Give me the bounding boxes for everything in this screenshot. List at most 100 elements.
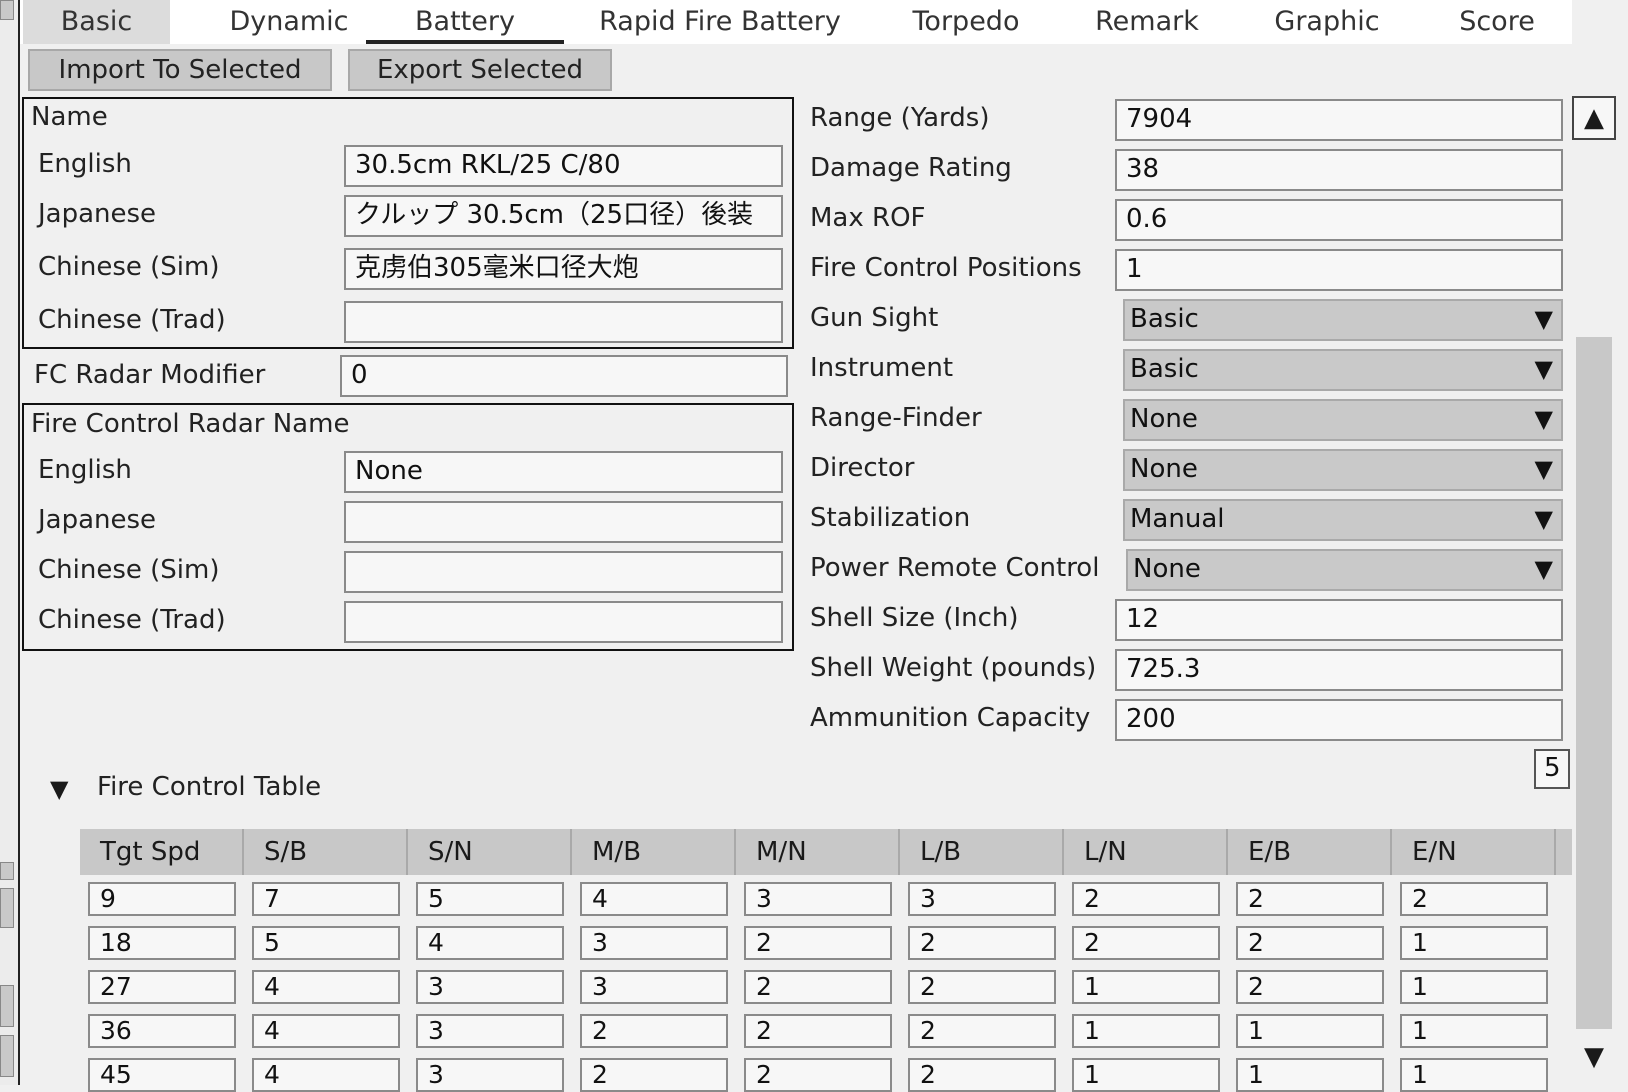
table-cell-field[interactable]: 1 <box>1072 1058 1220 1092</box>
table-cell-field[interactable]: 36 <box>88 1014 236 1048</box>
left-edge-button[interactable] <box>0 985 14 1027</box>
table-count-field[interactable]: 5 <box>1534 749 1570 789</box>
range-yards-label: Range (Yards) <box>810 103 990 133</box>
table-cell-field[interactable]: 1 <box>1400 926 1548 960</box>
radar-chinese-trad-field[interactable] <box>344 601 783 643</box>
table-cell-field[interactable]: 2 <box>1236 926 1384 960</box>
left-scroll-up-icon[interactable] <box>0 0 14 20</box>
shell-weight-field[interactable]: 725.3 <box>1115 649 1563 691</box>
table-cell-field[interactable]: 45 <box>88 1058 236 1092</box>
max-rof-field[interactable]: 0.6 <box>1115 199 1563 241</box>
table-cell-field[interactable]: 4 <box>252 1058 400 1092</box>
name-chinese-sim-field[interactable]: 克虏伯305毫米口径大炮 <box>344 248 783 290</box>
range-yards-field[interactable]: 7904 <box>1115 99 1563 141</box>
name-japanese-field[interactable]: クルップ 30.5cm（25口径）後装 <box>344 195 783 237</box>
table-cell-field[interactable]: 3 <box>416 1058 564 1092</box>
table-cell-field[interactable]: 7 <box>252 882 400 916</box>
name-chinese-trad-field[interactable] <box>344 301 783 343</box>
stabilization-select[interactable]: Manual ▼ <box>1123 499 1563 541</box>
table-cell-field[interactable]: 2 <box>1400 882 1548 916</box>
fc-radar-modifier-field[interactable]: 0 <box>340 355 788 397</box>
table-cell-field[interactable]: 4 <box>580 882 728 916</box>
name-group-title: Name <box>31 102 108 132</box>
left-scroll-thumb[interactable] <box>0 862 14 880</box>
table-cell-field[interactable]: 2 <box>1072 926 1220 960</box>
table-cell-field[interactable]: 1 <box>1236 1058 1384 1092</box>
table-cell-field[interactable]: 3 <box>744 882 892 916</box>
table-cell-field[interactable]: 3 <box>908 882 1056 916</box>
column-header-tgt-spd: Tgt Spd <box>80 829 244 875</box>
left-edge-button[interactable] <box>0 1035 14 1077</box>
table-cell-field[interactable]: 27 <box>88 970 236 1004</box>
name-english-label: English <box>38 149 132 179</box>
table-cell-field[interactable]: 2 <box>908 1014 1056 1048</box>
shell-size-field[interactable]: 12 <box>1115 599 1563 641</box>
scroll-track[interactable] <box>1576 144 1612 332</box>
table-cell-field[interactable]: 1 <box>1400 970 1548 1004</box>
stabilization-label: Stabilization <box>810 503 971 533</box>
scroll-down-icon[interactable]: ▼ <box>1572 1035 1616 1079</box>
left-scroll-down-icon[interactable] <box>0 888 14 928</box>
table-cell-field[interactable]: 1 <box>1400 1058 1548 1092</box>
power-remote-control-select[interactable]: None ▼ <box>1126 549 1563 591</box>
import-to-selected-button[interactable]: Import To Selected <box>28 49 332 91</box>
table-cell-field[interactable]: 5 <box>252 926 400 960</box>
tab-remark[interactable]: Remark <box>1072 0 1222 44</box>
ammunition-capacity-field[interactable]: 200 <box>1115 699 1563 741</box>
table-cell-field[interactable]: 2 <box>744 1014 892 1048</box>
table-cell-field[interactable]: 3 <box>580 970 728 1004</box>
range-finder-label: Range-Finder <box>810 403 982 433</box>
table-cell-field[interactable]: 3 <box>580 926 728 960</box>
table-cell-field[interactable]: 5 <box>416 882 564 916</box>
table-cell-field[interactable]: 2 <box>1236 882 1384 916</box>
fire-control-positions-field[interactable]: 1 <box>1115 249 1563 291</box>
tab-rapid-fire-battery[interactable]: Rapid Fire Battery <box>580 0 860 44</box>
radar-japanese-field[interactable] <box>344 501 783 543</box>
name-english-field[interactable]: 30.5cm RKL/25 C/80 <box>344 145 783 187</box>
table-cell-field[interactable]: 1 <box>1236 1014 1384 1048</box>
export-selected-button[interactable]: Export Selected <box>348 49 612 91</box>
table-cell-field[interactable]: 1 <box>1400 1014 1548 1048</box>
table-cell-field[interactable]: 3 <box>416 970 564 1004</box>
instrument-select[interactable]: Basic ▼ <box>1123 349 1563 391</box>
ammunition-capacity-label: Ammunition Capacity <box>810 703 1091 733</box>
collapse-icon[interactable]: ▼ <box>50 771 80 807</box>
damage-rating-field[interactable]: 38 <box>1115 149 1563 191</box>
table-cell-field[interactable]: 2 <box>744 1058 892 1092</box>
table-cell-field[interactable]: 18 <box>88 926 236 960</box>
table-cell-field[interactable]: 2 <box>908 926 1056 960</box>
tab-battery[interactable]: Battery <box>366 0 564 44</box>
table-cell-field[interactable]: 3 <box>416 1014 564 1048</box>
tab-torpedo[interactable]: Torpedo <box>882 0 1050 44</box>
table-cell-field[interactable]: 4 <box>252 970 400 1004</box>
tab-score[interactable]: Score <box>1422 0 1572 44</box>
table-cell-field[interactable]: 2 <box>1236 970 1384 1004</box>
radar-chinese-trad-label: Chinese (Trad) <box>38 605 226 635</box>
table-cell-field[interactable]: 1 <box>1072 1014 1220 1048</box>
table-cell-field[interactable]: 2 <box>744 926 892 960</box>
radar-chinese-sim-label: Chinese (Sim) <box>38 555 220 585</box>
scroll-up-icon[interactable]: ▲ <box>1572 96 1616 140</box>
table-cell-field[interactable]: 4 <box>252 1014 400 1048</box>
range-finder-select[interactable]: None ▼ <box>1123 399 1563 441</box>
table-cell-field[interactable]: 2 <box>580 1058 728 1092</box>
vertical-scrollbar[interactable]: ▲ ▼ <box>1572 92 1616 1085</box>
table-cell-field[interactable]: 2 <box>744 970 892 1004</box>
table-cell-field[interactable]: 9 <box>88 882 236 916</box>
table-cell-field[interactable]: 4 <box>416 926 564 960</box>
table-cell-field[interactable]: 2 <box>580 1014 728 1048</box>
table-cell-field[interactable]: 2 <box>908 970 1056 1004</box>
table-cell-field[interactable]: 2 <box>1072 882 1220 916</box>
scroll-thumb[interactable] <box>1576 337 1612 1029</box>
table-cell-field[interactable]: 2 <box>908 1058 1056 1092</box>
tab-basic[interactable]: Basic <box>23 0 170 44</box>
radar-english-field[interactable]: None <box>344 451 783 493</box>
tab-graphic[interactable]: Graphic <box>1242 0 1412 44</box>
director-select[interactable]: None ▼ <box>1123 449 1563 491</box>
gun-sight-label: Gun Sight <box>810 303 939 333</box>
dropdown-arrow-icon: ▼ <box>1534 405 1553 433</box>
gun-sight-select[interactable]: Basic ▼ <box>1123 299 1563 341</box>
radar-chinese-sim-field[interactable] <box>344 551 783 593</box>
tab-dynamic[interactable]: Dynamic <box>184 0 394 44</box>
table-cell-field[interactable]: 1 <box>1072 970 1220 1004</box>
